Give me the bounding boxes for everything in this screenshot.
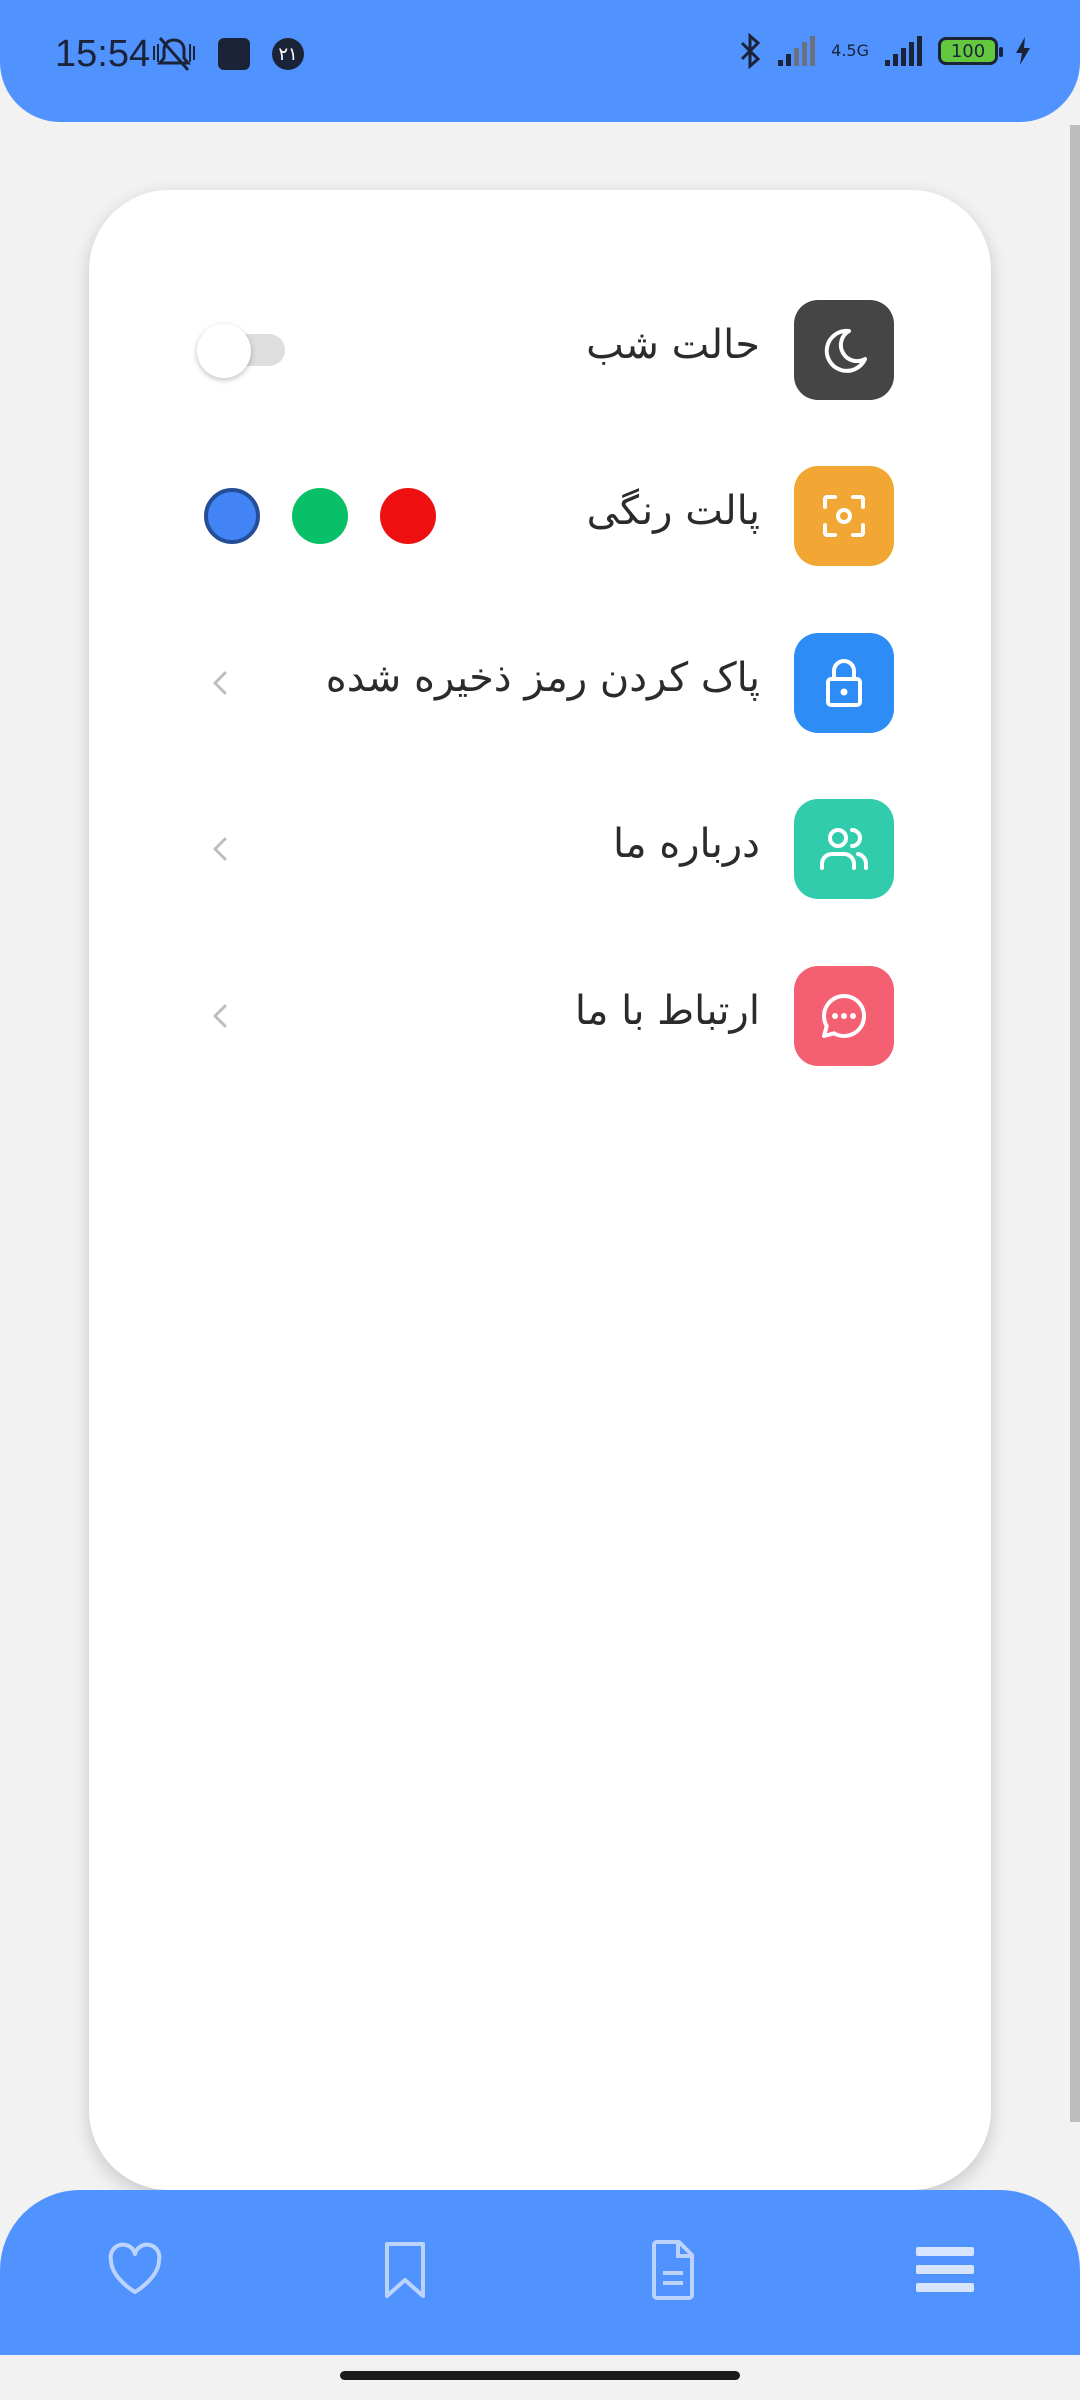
bottom-navigation: [0, 2190, 1080, 2355]
nav-favorites[interactable]: [100, 2235, 170, 2305]
chevron-left-icon: [213, 837, 227, 861]
bluetooth-icon: [741, 33, 761, 69]
setting-row-about-us[interactable]: درباره ما: [89, 799, 991, 899]
users-icon: [794, 799, 894, 899]
home-indicator[interactable]: [340, 2371, 740, 2380]
lock-icon: [794, 633, 894, 733]
nav-bookmarks[interactable]: [370, 2235, 440, 2305]
status-left-icons: ۲۱: [152, 36, 304, 72]
status-time: 15:54: [55, 33, 151, 75]
document-icon: [652, 2240, 694, 2300]
setting-label-about-us: درباره ما: [612, 821, 760, 867]
signal-icon-2: [885, 36, 922, 66]
swatch-green[interactable]: [292, 488, 348, 544]
heart-icon: [108, 2242, 162, 2294]
setting-row-contact-us[interactable]: ارتباط با ما: [89, 966, 991, 1066]
color-swatches: [204, 488, 436, 544]
settings-card: حالت شب پالت رنگی پاک کردن رمز ذخیره شده…: [89, 190, 991, 2190]
setting-row-clear-password[interactable]: پاک کردن رمز ذخیره شده: [89, 633, 991, 733]
setting-label-clear-password: پاک کردن رمز ذخیره شده: [325, 655, 760, 701]
chevron-left-icon: [213, 671, 227, 695]
scrollbar[interactable]: [1070, 125, 1080, 2122]
charging-icon: [1016, 37, 1030, 65]
setting-row-night-mode[interactable]: حالت شب: [89, 300, 991, 400]
focus-frame-icon: [794, 466, 894, 566]
setting-label-contact-us: ارتباط با ما: [574, 988, 760, 1034]
status-right-icons: 4.5G 100: [738, 33, 1032, 69]
chat-icon: [794, 966, 894, 1066]
battery-level: 100: [950, 40, 986, 62]
muted-bell-icon: [153, 37, 195, 71]
setting-row-color-palette: پالت رنگی: [89, 466, 991, 566]
swatch-blue[interactable]: [204, 488, 260, 544]
setting-label-night-mode: حالت شب: [586, 322, 760, 368]
night-mode-toggle[interactable]: [197, 324, 287, 378]
chevron-left-icon: [213, 1004, 227, 1028]
network-type-label: 4.5G: [831, 41, 869, 60]
status-bar: 15:54 ۲۱ 4.5G 100: [0, 0, 1080, 122]
setting-label-color-palette: پالت رنگی: [586, 488, 760, 534]
nav-documents[interactable]: [638, 2235, 708, 2305]
bookmark-icon: [385, 2242, 425, 2298]
nav-menu[interactable]: [910, 2235, 980, 2305]
battery-icon: 100: [938, 37, 1003, 65]
menu-icon: [916, 2247, 974, 2292]
moon-icon: [794, 300, 894, 400]
app-notification-icon: [218, 38, 250, 70]
swatch-red[interactable]: [380, 488, 436, 544]
signal-icon: [778, 36, 816, 66]
notification-badge: ۲۱: [272, 38, 304, 70]
